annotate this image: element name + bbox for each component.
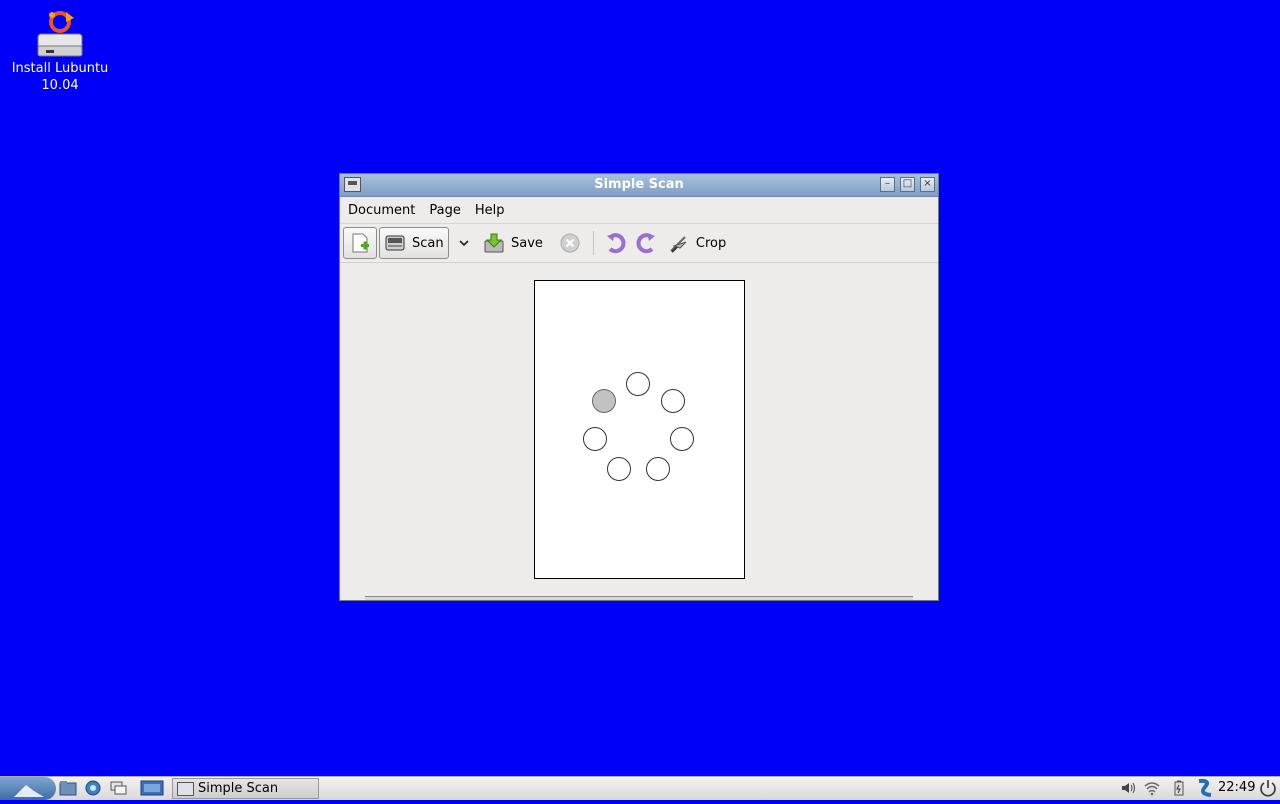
taskbar-item-label: Simple Scan	[198, 781, 279, 796]
browser-icon[interactable]	[84, 780, 102, 796]
file-manager-icon[interactable]	[59, 780, 77, 796]
scanner-icon	[177, 781, 194, 796]
window-titlebar[interactable]: Simple Scan – □ ×	[340, 174, 938, 197]
save-button[interactable]: Save	[479, 227, 547, 259]
menubar: Document Page Help	[340, 197, 938, 224]
toolbar: Scan Save Crop	[340, 224, 938, 263]
volume-icon[interactable]	[1120, 780, 1138, 796]
taskbar: Simple Scan 22:49	[0, 776, 1280, 800]
installer-icon	[32, 8, 88, 60]
maximize-button[interactable]: □	[900, 177, 915, 192]
rotate-left-button[interactable]	[600, 227, 630, 259]
progress-spinner-dot	[661, 389, 685, 413]
dropdown-icon	[459, 240, 469, 247]
progress-spinner-dot	[583, 427, 607, 451]
scan-page-preview	[534, 280, 745, 579]
progress-spinner-dot-active	[592, 389, 616, 413]
power-icon[interactable]	[1259, 779, 1277, 797]
horizontal-scrollbar[interactable]	[365, 596, 913, 600]
lubuntu-logo-icon	[14, 785, 44, 797]
crop-label: Crop	[695, 235, 727, 251]
save-label: Save	[511, 235, 543, 251]
page-view[interactable]	[340, 262, 938, 600]
save-icon	[484, 233, 504, 253]
rotate-left-icon	[606, 233, 626, 254]
scan-button[interactable]: Scan	[379, 227, 449, 259]
desktop-icon-label-version: 10.04	[41, 78, 79, 93]
crop-button[interactable]: Crop	[664, 227, 730, 259]
progress-spinner-dot	[670, 427, 694, 451]
crop-icon	[670, 236, 687, 253]
scan-label: Scan	[412, 235, 444, 251]
menu-help[interactable]: Help	[471, 203, 509, 218]
rotate-right-icon	[636, 233, 655, 254]
rotate-right-button[interactable]	[632, 227, 662, 259]
update-notifier-icon[interactable]	[1195, 778, 1215, 798]
menu-page[interactable]: Page	[425, 203, 464, 218]
progress-spinner-dot	[646, 457, 670, 481]
toolbar-separator	[592, 231, 594, 255]
scan-options-dropdown[interactable]	[451, 227, 477, 259]
minimize-button[interactable]: –	[880, 177, 895, 192]
windows-switcher-icon[interactable]	[110, 780, 128, 796]
taskbar-item-simple-scan[interactable]: Simple Scan	[172, 778, 319, 799]
battery-icon[interactable]	[1170, 780, 1188, 796]
progress-spinner-dot	[607, 457, 631, 481]
desktop-icon-install[interactable]: Install Lubuntu 10.04	[8, 8, 112, 94]
new-document-button[interactable]	[343, 227, 377, 259]
simple-scan-window: Simple Scan – □ × Document Page Help Sca…	[339, 173, 939, 601]
progress-spinner-dot	[626, 372, 650, 396]
stop-button[interactable]	[555, 227, 585, 259]
clock[interactable]: 22:49	[1218, 780, 1255, 795]
close-button[interactable]: ×	[920, 177, 935, 192]
desktop-icon-label: Install Lubuntu	[11, 61, 109, 76]
menu-document[interactable]: Document	[344, 203, 419, 218]
window-title: Simple Scan	[594, 177, 684, 192]
wifi-icon[interactable]	[1143, 780, 1161, 796]
start-menu-button[interactable]	[0, 777, 56, 800]
new-page-icon	[352, 233, 369, 253]
show-desktop-icon[interactable]	[140, 780, 164, 796]
scanner-icon	[385, 235, 405, 251]
cancel-icon	[560, 233, 580, 253]
